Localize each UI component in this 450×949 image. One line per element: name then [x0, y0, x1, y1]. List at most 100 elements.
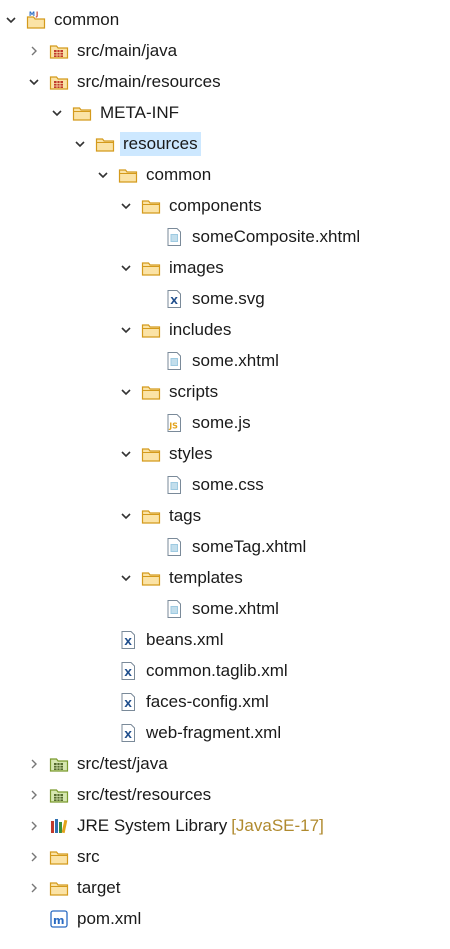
chevron-down-icon[interactable]	[94, 166, 112, 184]
tree-item[interactable]: m pom.xml	[0, 903, 450, 934]
tree-item[interactable]: scripts	[0, 376, 450, 407]
tree-item-label: someTag.xhtml	[192, 536, 307, 556]
tree-item-label: scripts	[169, 381, 219, 401]
tree-item-label: includes	[169, 319, 232, 339]
chevron-down-icon[interactable]	[117, 197, 135, 215]
source-folder-icon	[49, 72, 69, 92]
tree-item[interactable]: src	[0, 841, 450, 872]
tree-item[interactable]: Xsome.svg	[0, 283, 450, 314]
svg-text:X: X	[124, 637, 132, 648]
svg-text:m: m	[53, 914, 64, 927]
xml-file-icon: X	[118, 723, 138, 743]
tree-item-label: common.taglib.xml	[146, 660, 288, 680]
test-source-folder-icon	[49, 754, 69, 774]
tree-item-label: components	[169, 195, 262, 215]
library-icon	[49, 816, 69, 836]
chevron-down-icon[interactable]	[117, 383, 135, 401]
tree-item[interactable]: images	[0, 252, 450, 283]
tree-item-label: src	[77, 846, 100, 866]
chevron-down-icon[interactable]	[25, 73, 43, 91]
tree-item[interactable]: includes	[0, 314, 450, 345]
tree-item-label: src/main/resources	[77, 71, 221, 91]
svg-text:X: X	[124, 730, 132, 741]
tree-item-label: META-INF	[100, 102, 180, 122]
html-file-icon	[164, 475, 184, 495]
tree-item-label: JRE System Library	[77, 815, 228, 835]
chevron-down-icon[interactable]	[117, 259, 135, 277]
test-source-folder-icon	[49, 785, 69, 805]
tree-item[interactable]: tags	[0, 500, 450, 531]
tree-item[interactable]: someComposite.xhtml	[0, 221, 450, 252]
tree-item-label: some.svg	[192, 288, 265, 308]
tree-item-label: images	[169, 257, 224, 277]
xml-file-icon: X	[118, 692, 138, 712]
folder-icon	[141, 258, 161, 278]
folder-icon	[141, 320, 161, 340]
html-file-icon	[164, 227, 184, 247]
tree-item[interactable]: src/main/resources	[0, 66, 450, 97]
chevron-right-icon[interactable]	[25, 817, 43, 835]
folder-icon	[141, 568, 161, 588]
tree-item-label: common	[54, 9, 120, 29]
tree-item-label: beans.xml	[146, 629, 224, 649]
tree-item[interactable]: src/test/java	[0, 748, 450, 779]
chevron-down-icon[interactable]	[117, 569, 135, 587]
project-explorer-tree: M Jcommon src/main/java src/main/resources M…	[0, 0, 450, 949]
chevron-down-icon[interactable]	[71, 135, 89, 153]
tree-item-label: src/main/java	[77, 40, 178, 60]
tree-item-label: some.js	[192, 412, 251, 432]
folder-icon	[95, 134, 115, 154]
html-file-icon	[164, 351, 184, 371]
tree-item[interactable]: styles	[0, 438, 450, 469]
tree-item[interactable]: target	[0, 872, 450, 903]
source-folder-icon	[49, 41, 69, 61]
tree-item-label: some.css	[192, 474, 264, 494]
folder-icon	[141, 382, 161, 402]
tree-item[interactable]: Xcommon.taglib.xml	[0, 655, 450, 686]
chevron-down-icon[interactable]	[117, 445, 135, 463]
tree-item[interactable]: resources	[0, 128, 450, 159]
tree-item[interactable]: JS some.js	[0, 407, 450, 438]
tree-item[interactable]: components	[0, 190, 450, 221]
tree-item[interactable]: Xweb-fragment.xml	[0, 717, 450, 748]
tree-item[interactable]: JRE System Library [JavaSE-17]	[0, 810, 450, 841]
tree-item[interactable]: some.css	[0, 469, 450, 500]
maven-project-icon: MJ	[26, 10, 46, 30]
svg-text:J: J	[35, 11, 38, 18]
svg-text:JS: JS	[168, 421, 178, 430]
svg-text:X: X	[124, 668, 132, 679]
chevron-right-icon[interactable]	[25, 755, 43, 773]
folder-icon	[118, 165, 138, 185]
tree-item[interactable]: M Jcommon	[0, 4, 450, 35]
chevron-down-icon[interactable]	[2, 11, 20, 29]
tree-item-label: tags	[169, 505, 202, 525]
chevron-right-icon[interactable]	[25, 848, 43, 866]
svg-text:M: M	[29, 11, 35, 18]
tree-item-label: some.xhtml	[192, 350, 279, 370]
chevron-right-icon[interactable]	[25, 879, 43, 897]
folder-icon	[72, 103, 92, 123]
tree-item[interactable]: src/test/resources	[0, 779, 450, 810]
tree-item[interactable]: someTag.xhtml	[0, 531, 450, 562]
tree-item-label: src/test/java	[77, 753, 168, 773]
html-file-icon	[164, 537, 184, 557]
folder-icon	[141, 196, 161, 216]
chevron-right-icon[interactable]	[25, 786, 43, 804]
tree-item[interactable]: META-INF	[0, 97, 450, 128]
chevron-right-icon[interactable]	[25, 42, 43, 60]
tree-item-label: web-fragment.xml	[146, 722, 282, 742]
chevron-down-icon[interactable]	[117, 321, 135, 339]
tree-item[interactable]: Xfaces-config.xml	[0, 686, 450, 717]
chevron-down-icon[interactable]	[117, 507, 135, 525]
tree-item-label: some.xhtml	[192, 598, 279, 618]
tree-item[interactable]: Xbeans.xml	[0, 624, 450, 655]
folder-icon	[49, 878, 69, 898]
tree-item[interactable]: common	[0, 159, 450, 190]
tree-item[interactable]: some.xhtml	[0, 345, 450, 376]
chevron-down-icon[interactable]	[48, 104, 66, 122]
folder-icon	[141, 444, 161, 464]
svg-text:X: X	[170, 296, 178, 307]
tree-item[interactable]: some.xhtml	[0, 593, 450, 624]
tree-item[interactable]: templates	[0, 562, 450, 593]
tree-item[interactable]: src/main/java	[0, 35, 450, 66]
